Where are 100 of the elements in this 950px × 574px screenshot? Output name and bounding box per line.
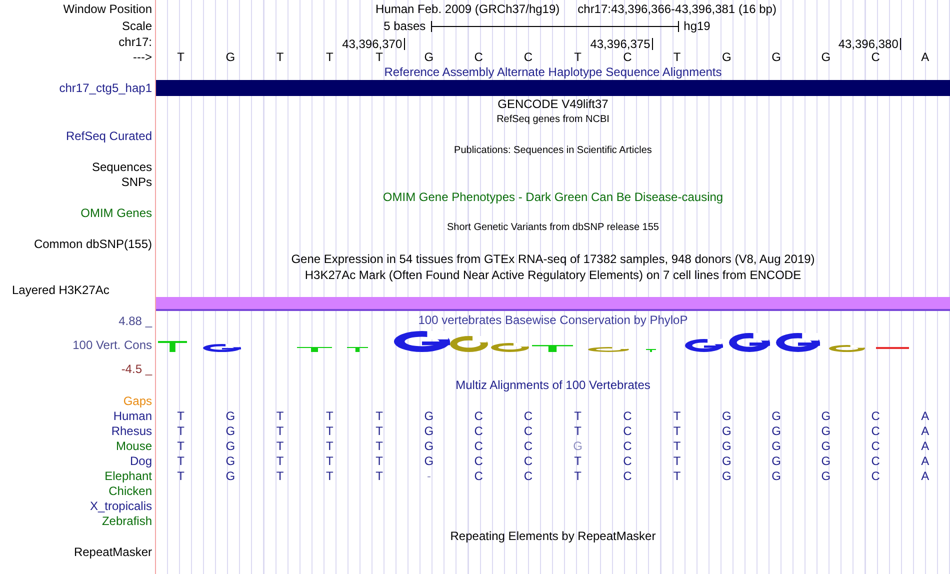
base-letter: G (770, 408, 782, 422)
track-title: GENCODE V49lift37 (498, 97, 608, 111)
track-title: Reference Assembly Alternate Haplotype Sequence Alignments (384, 65, 722, 79)
track-title: OMIM Gene Phenotypes - Dark Green Can Be Disease-causing (382, 190, 724, 204)
coordinate-tick: 43,396,370 (342, 38, 406, 50)
track-label[interactable]: RefSeq Curated (66, 128, 152, 142)
base-letter: T (672, 50, 682, 64)
strand-label: ---> (133, 50, 152, 64)
track-label[interactable]: Elephant (104, 468, 152, 482)
base-letter: C (473, 454, 484, 468)
base-letter: G (224, 468, 236, 482)
base-letter: T (176, 424, 186, 438)
row-label: Window Position (63, 2, 152, 16)
base-letter: G (721, 50, 732, 64)
base-letter: T (325, 408, 334, 422)
track-label[interactable]: Rhesus (111, 424, 152, 438)
base-letter: C (522, 454, 534, 468)
track-label[interactable]: Chicken (108, 484, 152, 498)
base-letter: T (176, 454, 186, 468)
base-letter: A (920, 468, 930, 482)
track-label[interactable]: Layered H3K27Ac (12, 283, 110, 297)
assembly-name: hg19 (684, 19, 710, 33)
base-letter: G (423, 454, 435, 468)
base-letter: C (522, 50, 534, 64)
base-letter: T (672, 454, 682, 468)
track-label[interactable]: OMIM Genes (80, 206, 152, 220)
track-title: Short Genetic Variants from dbSNP release 155 (447, 221, 659, 235)
base-letter: T (275, 408, 285, 422)
base-letter: T (573, 468, 582, 482)
track-title: H3K27Ac Mark (Often Found Near Active Regulatory Elements) on 7 cell lines from ENCODE (304, 268, 802, 282)
base-letter: A (920, 408, 930, 422)
base-letter: A (920, 438, 930, 452)
base-letter: G (770, 454, 782, 468)
base-letter: G (820, 408, 832, 422)
base-letter: T (374, 454, 384, 468)
base-letter: C (622, 424, 633, 438)
base-letter: T (672, 438, 682, 452)
base-letter: G (721, 454, 732, 468)
track-label[interactable]: 100 Vert. Cons (72, 338, 152, 352)
base-letter: T (374, 468, 384, 482)
track-label[interactable]: Common dbSNP(155) (34, 236, 152, 250)
base-letter: T (672, 424, 682, 438)
base-letter: G (820, 438, 832, 452)
base-letter: T (374, 424, 384, 438)
base-letter: C (522, 468, 534, 482)
base-letter: G (224, 438, 236, 452)
base-letter: G (770, 438, 782, 452)
base-letter: T (275, 468, 285, 482)
base-letter: T (275, 424, 285, 438)
track-label[interactable]: Zebrafish (102, 514, 152, 528)
base-letter: T (275, 438, 285, 452)
base-letter: G (423, 408, 435, 422)
base-letter: T (275, 50, 285, 64)
base-letter: G (770, 50, 782, 64)
base-letter: T (176, 408, 186, 422)
track-title: Repeating Elements by RepeatMasker (450, 529, 656, 543)
base-letter: C (522, 424, 534, 438)
base-letter: - (426, 468, 432, 482)
base-letter: C (622, 408, 633, 422)
track-label[interactable]: Sequences (92, 160, 152, 174)
base-letter: G (572, 438, 584, 452)
base-letter: C (870, 50, 881, 64)
base-letter: C (622, 438, 633, 452)
base-letter: C (870, 454, 881, 468)
base-letter: C (870, 408, 881, 422)
track-label[interactable]: Mouse (116, 438, 152, 452)
base-letter: T (176, 50, 186, 64)
base-letter: G (423, 424, 435, 438)
base-letter: C (870, 424, 881, 438)
base-letter: C (473, 408, 484, 422)
track-title: 100 vertebrates Basewise Conservation by PhyloP (418, 313, 688, 327)
base-letter: C (522, 408, 534, 422)
track-title: Gene Expression in 54 tissues from GTEx RNA-seq of 17382 samples, 948 donors (V8, Aug 2019) (291, 252, 815, 266)
base-letter: C (473, 50, 484, 64)
base-letter: G (224, 424, 236, 438)
base-letter: G (224, 408, 236, 422)
base-letter: T (374, 438, 384, 452)
track-label[interactable]: SNPs (121, 174, 152, 188)
track-label[interactable]: Dog (130, 454, 152, 468)
base-letter: T (325, 424, 334, 438)
base-letter: G (820, 50, 832, 64)
base-letter: C (622, 50, 633, 64)
position-range: chr17:43,396,366-43,396,381 (16 bp) (578, 2, 776, 16)
coordinate-tick: 43,396,375 (590, 38, 654, 50)
base-letter: G (224, 454, 236, 468)
track-label[interactable]: X_tropicalis (90, 498, 152, 512)
base-letter: T (573, 454, 582, 468)
base-letter: G (820, 468, 832, 482)
track-title: Multiz Alignments of 100 Vertebrates (456, 378, 650, 392)
track-label[interactable]: Human (113, 408, 152, 422)
base-letter: G (721, 408, 732, 422)
base-letter: T (374, 408, 384, 422)
base-letter: G (423, 438, 435, 452)
track-label[interactable]: chr17_ctg5_hap1 (59, 81, 152, 95)
track-label[interactable]: RepeatMasker (74, 544, 152, 558)
base-letter: C (870, 468, 881, 482)
base-letter: A (920, 424, 930, 438)
base-letter: T (176, 468, 186, 482)
base-letter: T (573, 50, 582, 64)
base-letter: G (721, 438, 732, 452)
